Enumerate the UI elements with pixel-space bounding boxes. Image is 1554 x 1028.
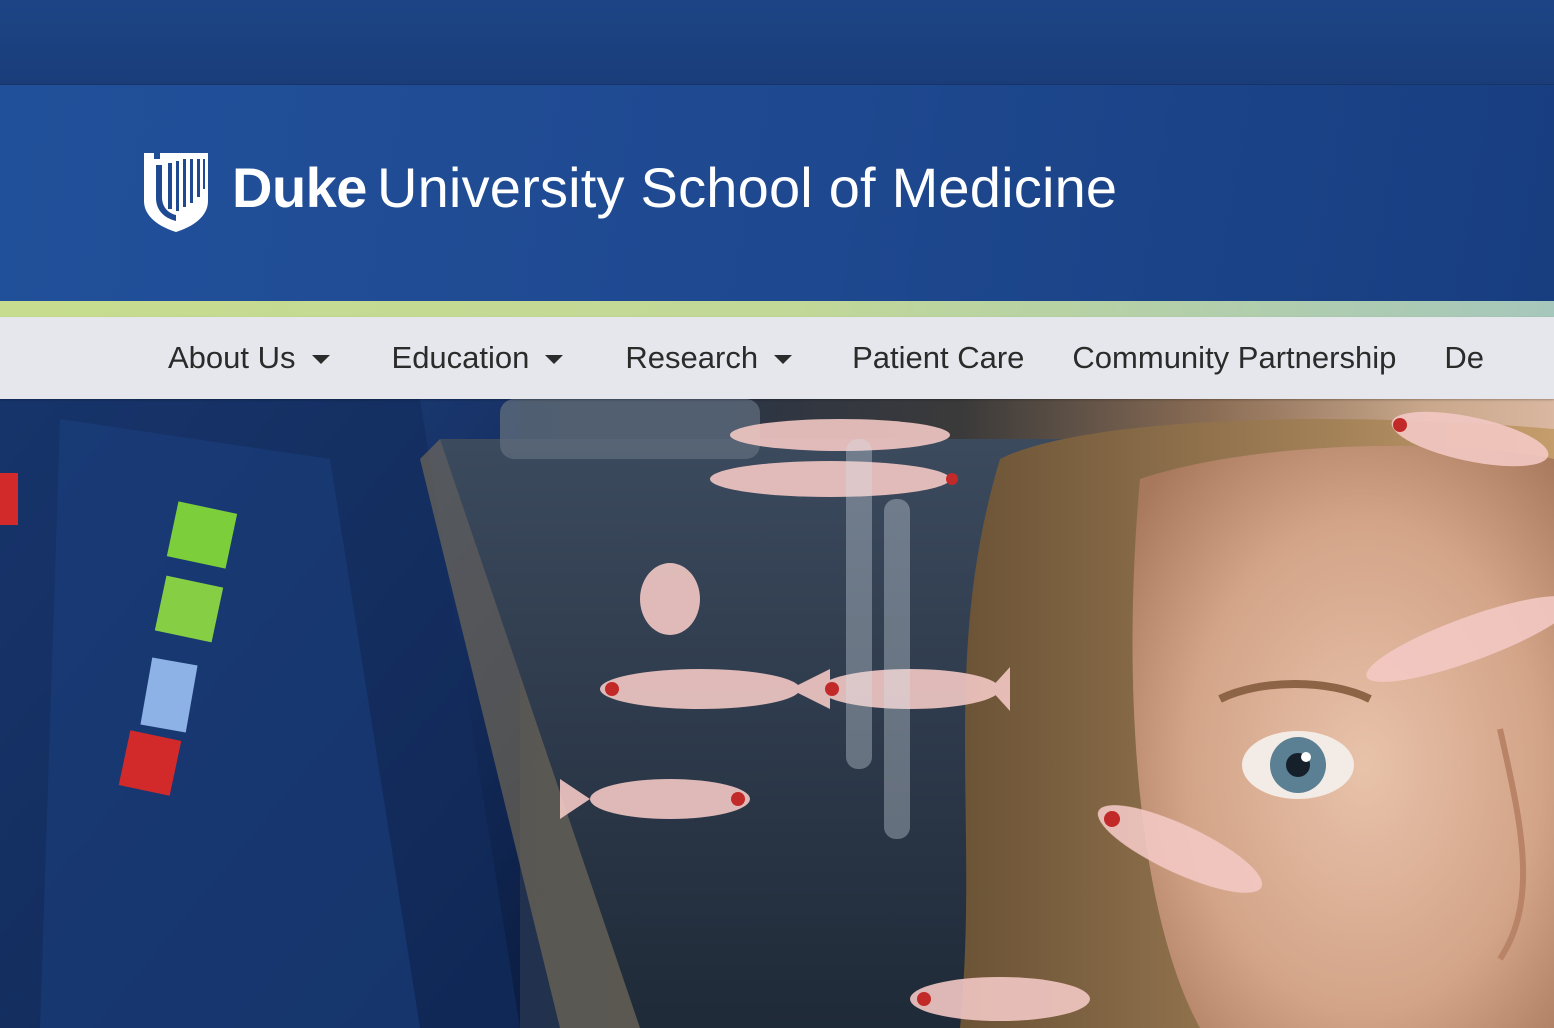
accent-stripe bbox=[0, 301, 1554, 317]
brand-bold-text: Duke bbox=[232, 156, 367, 219]
nav-item-label: About Us bbox=[168, 340, 296, 375]
nav-item-community-partnership[interactable]: Community Partnership bbox=[1072, 317, 1396, 399]
caret-down-icon bbox=[774, 354, 793, 364]
hero-illustration bbox=[0, 399, 1554, 1028]
caret-down-icon bbox=[311, 354, 330, 364]
nav-item-label: Patient Care bbox=[852, 340, 1025, 375]
brand-rest-text: University School of Medicine bbox=[376, 156, 1118, 219]
nav-item-truncated[interactable]: De bbox=[1444, 317, 1484, 399]
nav-item-label: De bbox=[1444, 340, 1484, 375]
nav-item-education[interactable]: Education bbox=[392, 317, 564, 399]
hero-image bbox=[0, 399, 1554, 1028]
nav-item-patient-care[interactable]: Patient Care bbox=[852, 317, 1024, 399]
site-wordmark: Duke University School of Medicine bbox=[232, 160, 1117, 216]
main-nav: About Us Education Research Patient Care… bbox=[0, 317, 1554, 399]
duke-shield-icon bbox=[144, 153, 208, 232]
site-header: Duke University School of Medicine bbox=[0, 85, 1554, 301]
nav-item-research[interactable]: Research bbox=[625, 317, 793, 399]
caret-down-icon bbox=[545, 354, 564, 364]
nav-item-label: Community Partnership bbox=[1072, 340, 1397, 375]
nav-item-about-us[interactable]: About Us bbox=[168, 317, 330, 399]
site-logo-link[interactable]: Duke University School of Medicine bbox=[142, 151, 1117, 233]
nav-item-label: Research bbox=[625, 340, 759, 375]
nav-item-label: Education bbox=[391, 340, 530, 375]
utility-bar bbox=[0, 0, 1554, 85]
page: Duke University School of Medicine About … bbox=[0, 0, 1554, 1028]
main-nav-list: About Us Education Research Patient Care… bbox=[168, 317, 1484, 399]
